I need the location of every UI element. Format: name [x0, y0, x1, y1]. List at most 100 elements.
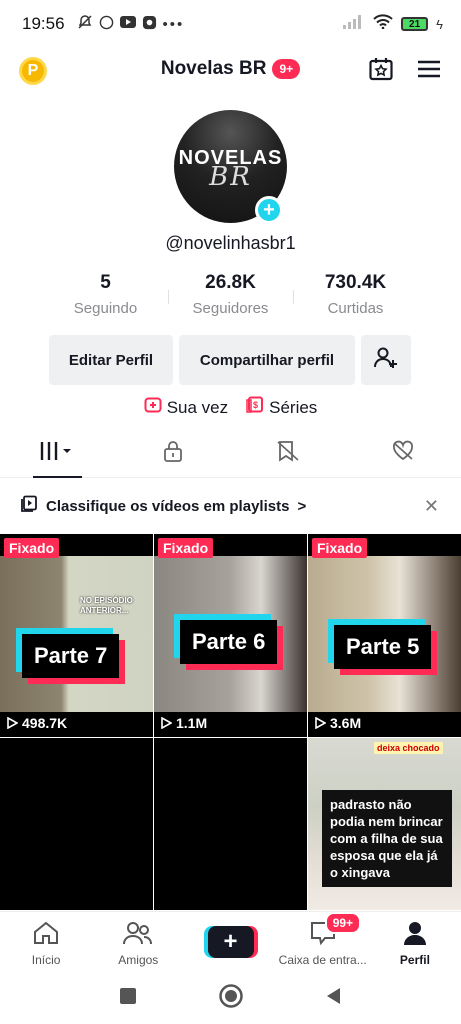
nav-friends-label: Amigos [118, 953, 159, 967]
app-icon [142, 15, 157, 34]
sua-vez-link[interactable]: Sua vez [144, 396, 228, 419]
stat-value: 26.8K [205, 272, 256, 293]
add-user-icon [373, 345, 399, 375]
youtube-icon [119, 15, 136, 33]
mute-icon [77, 14, 93, 34]
lock-icon [162, 440, 184, 467]
part-label: Parte 7 [22, 634, 120, 678]
video-tile[interactable]: deixa chocado padrasto não podia nem bri… [308, 738, 461, 910]
charging-icon: ϟ [436, 16, 443, 32]
stat-label: Curtidas [327, 300, 384, 317]
create-plus-icon[interactable]: + [207, 926, 254, 958]
stat-value: 5 [100, 272, 111, 293]
share-profile-button[interactable]: Compartilhar perfil [179, 335, 355, 385]
heart-hidden-icon [391, 440, 415, 467]
username: @novelinhasbr1 [165, 233, 296, 253]
playlist-text: Classifique os vídeos em playlists [46, 497, 290, 515]
tab-private[interactable] [115, 430, 230, 477]
stat-likes[interactable]: 730.4K Curtidas [293, 272, 418, 317]
status-time: 19:56 [22, 14, 65, 33]
nav-inbox[interactable]: 99+ Caixa de entra... [277, 912, 369, 971]
series-icon: $ [246, 396, 264, 419]
inbox-icon: 99+ [309, 912, 362, 949]
video-tile[interactable] [154, 738, 307, 910]
pinned-badge: Fixado [312, 538, 368, 558]
bottom-nav: Início Amigos + 99+ Caixa de entra... Pe… [0, 911, 461, 971]
video-tile[interactable]: Fixado Parte 5 3.6M [308, 534, 461, 737]
nav-friends[interactable]: Amigos [92, 912, 184, 971]
profile-header: P Novelas BR 9+ [0, 50, 461, 92]
nav-profile[interactable]: Perfil [369, 912, 461, 971]
view-count-value: 3.6M [330, 715, 362, 731]
nav-home[interactable]: Início [0, 912, 92, 971]
video-tile[interactable] [0, 738, 153, 910]
profile-icon [401, 920, 429, 949]
nav-inbox-label: Caixa de entra... [278, 953, 367, 967]
back-icon[interactable] [324, 986, 344, 1011]
play-icon [7, 717, 18, 729]
tab-saved[interactable] [231, 430, 346, 477]
pinned-badge: Fixado [158, 538, 214, 558]
nav-home-label: Início [31, 953, 61, 967]
profile-actions: Editar Perfil Compartilhar perfil [49, 335, 411, 385]
video-tile[interactable]: Fixado Parte 6 1.1M [154, 534, 307, 737]
play-icon [315, 717, 326, 729]
close-icon[interactable]: ✕ [424, 496, 439, 517]
view-count: 3.6M [314, 715, 361, 731]
system-nav-bar [0, 972, 461, 1024]
tab-liked[interactable] [346, 430, 461, 477]
playlist-banner[interactable]: Classifique os vídeos em playlists > ✕ [0, 488, 461, 524]
add-story-button[interactable]: + [255, 196, 283, 224]
whatsapp-icon [99, 15, 114, 34]
wifi-icon [373, 14, 393, 34]
video-tag: deixa chocado [374, 742, 443, 754]
tab-videos[interactable] [0, 430, 115, 478]
recents-icon[interactable] [118, 986, 138, 1011]
stat-following[interactable]: 5 Seguindo [43, 272, 168, 317]
series-label: Séries [269, 397, 318, 417]
part-label: Parte 6 [180, 620, 278, 664]
svg-text:$: $ [253, 400, 258, 410]
nav-profile-label: Perfil [399, 953, 430, 967]
stat-label: Seguidores [192, 300, 269, 317]
calendar-star-icon[interactable] [368, 56, 394, 87]
bookmark-eye-icon [276, 440, 300, 467]
video-tile[interactable]: Fixado NO EPISÓDIO ANTERIOR... Parte 7 4… [0, 534, 153, 737]
video-grid: Fixado NO EPISÓDIO ANTERIOR... Parte 7 4… [0, 534, 461, 910]
home-circle-icon[interactable] [218, 983, 244, 1014]
friends-icon [123, 920, 153, 949]
profile-links: Sua vez $ Séries [0, 396, 461, 419]
view-count-value: 1.1M [176, 715, 208, 731]
add-friend-button[interactable] [361, 335, 411, 385]
play-icon [161, 717, 172, 729]
part-label: Parte 5 [334, 625, 432, 669]
sua-vez-label: Sua vez [166, 397, 229, 417]
content-tabs [0, 430, 461, 478]
chevron-right-icon: > [297, 497, 307, 515]
playlist-icon [20, 495, 38, 517]
grid-videos-icon [38, 440, 78, 467]
home-icon [32, 920, 60, 949]
signal-icon [343, 14, 365, 34]
video-overlay-text: NO EPISÓDIO ANTERIOR... [80, 596, 133, 615]
pinned-badge: Fixado [4, 538, 60, 558]
view-count: 1.1M [160, 715, 207, 731]
account-badge: 9+ [272, 59, 301, 79]
status-bar: 19:56 ••• 21 ϟ [0, 0, 461, 48]
stat-value: 730.4K [324, 272, 387, 293]
nav-create[interactable]: + [184, 912, 276, 971]
stat-followers[interactable]: 26.8K Seguidores [168, 272, 293, 317]
series-link[interactable]: $ Séries [246, 396, 317, 419]
inbox-badge: 99+ [324, 912, 362, 934]
battery-icon: 21 [401, 17, 429, 31]
view-count-value: 498.7K [22, 715, 68, 731]
video-caption: padrasto não podia nem brincar com a fil… [322, 790, 452, 887]
menu-icon[interactable] [416, 56, 442, 87]
avatar-logo-line2: BR [209, 162, 252, 192]
more-dots-icon: ••• [162, 15, 185, 33]
page-title: Novelas BR [160, 58, 267, 79]
plus-square-icon [144, 396, 162, 419]
profile-stats: 5 Seguindo 26.8K Seguidores 730.4K Curti… [0, 272, 461, 317]
stat-label: Seguindo [73, 300, 138, 317]
edit-profile-button[interactable]: Editar Perfil [49, 335, 173, 385]
